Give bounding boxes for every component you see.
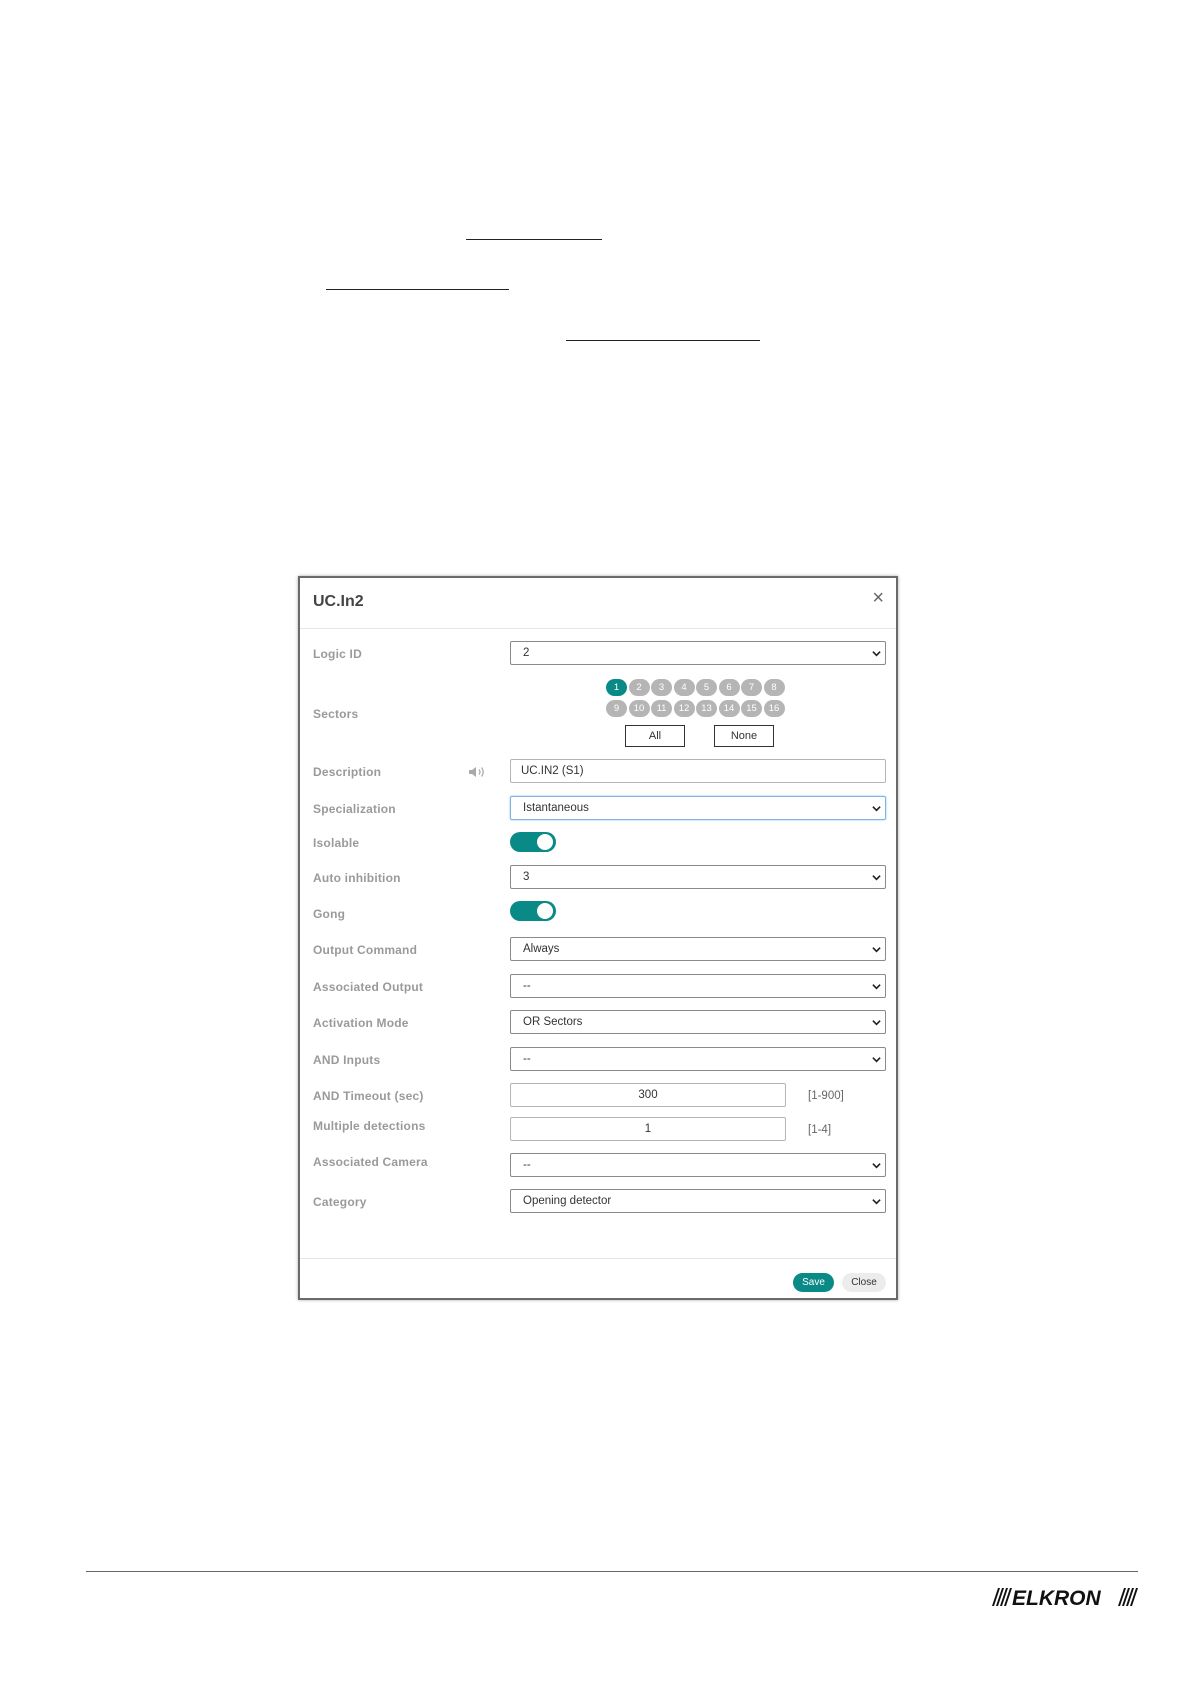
gong-toggle[interactable] [510,901,556,921]
output-command-select[interactable]: Always [510,937,886,961]
sector-toggle-15[interactable]: 15 [741,700,762,717]
associated-output-value: -- [523,980,531,992]
description-row: Description UC.IN2 (S1) [300,759,896,785]
input-settings-dialog: UC.In2 × Logic ID 2 Sectors 1 2 3 4 5 6 7 8 9 10 1… [298,576,898,1300]
specialization-label: Specialization [313,802,396,816]
sector-toggle-10[interactable]: 10 [628,700,650,717]
output-command-value: Always [523,943,560,955]
associated-camera-label: Associated Camera [313,1155,428,1169]
associated-output-row: Associated Output -- [300,974,896,1000]
specialization-value: Istantaneous [523,802,589,814]
select-none-sectors-button[interactable]: None [714,725,774,747]
dialog-header: UC.In2 × [300,578,896,629]
auto-inhibition-select[interactable]: 3 [510,865,886,889]
and-inputs-value: -- [523,1053,531,1065]
auto-inhibition-row: Auto inhibition 3 [300,865,896,891]
chevron-down-icon [872,947,881,953]
category-value: Opening detector [523,1195,612,1207]
and-inputs-row: AND Inputs -- [300,1047,896,1073]
specialization-select[interactable]: Istantaneous [510,796,886,820]
logo-wordmark: ELKRON [1012,1587,1102,1610]
document-underline-3 [566,340,760,341]
chevron-down-icon [872,1199,881,1205]
associated-camera-row: Associated Camera -- [300,1153,896,1179]
and-timeout-range: [1-900] [808,1090,844,1102]
category-row: Category Opening detector [300,1189,896,1215]
auto-inhibition-label: Auto inhibition [313,871,401,885]
sector-toggle-16[interactable]: 16 [763,700,785,717]
specialization-row: Specialization Istantaneous [300,796,896,822]
activation-mode-label: Activation Mode [313,1016,409,1030]
speaker-icon[interactable] [468,765,486,779]
chevron-down-icon [872,1057,881,1063]
close-button[interactable]: Close [842,1273,886,1292]
sectors-row: Sectors [300,701,896,727]
and-timeout-row: AND Timeout (sec) 300 [1-900] [300,1083,896,1109]
page-footer-line [86,1571,1138,1572]
category-label: Category [313,1195,367,1209]
activation-mode-row: Activation Mode OR Sectors [300,1010,896,1036]
isolable-row: Isolable [300,830,896,856]
close-icon[interactable]: × [872,588,884,608]
sector-toggle-8[interactable]: 8 [763,679,785,696]
and-inputs-label: AND Inputs [313,1053,381,1067]
toggle-knob [537,903,553,919]
dialog-footer: Save Close [300,1258,896,1301]
activation-mode-select[interactable]: OR Sectors [510,1010,886,1034]
logic-id-value: 2 [523,647,530,659]
save-button[interactable]: Save [793,1273,834,1292]
multiple-detections-range: [1-4] [808,1124,832,1136]
logic-id-select[interactable]: 2 [510,641,886,665]
sector-toggle-3[interactable]: 3 [651,679,672,696]
auto-inhibition-value: 3 [523,871,530,883]
multiple-detections-input[interactable]: 1 [510,1117,786,1141]
isolable-toggle[interactable] [510,832,556,852]
chevron-down-icon [872,806,881,812]
chevron-down-icon [872,1163,881,1169]
sector-toggle-11[interactable]: 11 [651,700,672,717]
sectors-label: Sectors [313,707,359,721]
sector-toggle-14[interactable]: 14 [718,700,740,717]
chevron-down-icon [872,984,881,990]
isolable-label: Isolable [313,836,360,850]
document-underline-1 [466,239,602,240]
sector-toggle-4[interactable]: 4 [673,679,695,696]
description-label: Description [313,765,382,779]
gong-row: Gong [300,901,896,927]
toggle-knob [537,834,553,850]
chevron-down-icon [872,1020,881,1026]
dialog-title: UC.In2 [313,593,364,610]
sector-toggle-7[interactable]: 7 [741,679,762,696]
document-underline-2 [326,289,509,290]
activation-mode-value: OR Sectors [523,1016,583,1028]
associated-camera-select[interactable]: -- [510,1153,886,1177]
chevron-down-icon [872,651,881,657]
and-timeout-input[interactable]: 300 [510,1083,786,1107]
associated-camera-value: -- [523,1159,531,1171]
multiple-detections-row: Multiple detections 1 [1-4] [300,1117,896,1143]
output-command-row: Output Command Always [300,937,896,963]
associated-output-select[interactable]: -- [510,974,886,998]
sector-toggle-13[interactable]: 13 [696,700,717,717]
description-input[interactable]: UC.IN2 (S1) [510,759,886,783]
category-select[interactable]: Opening detector [510,1189,886,1213]
multiple-detections-label: Multiple detections [313,1119,426,1133]
and-timeout-label: AND Timeout (sec) [313,1089,424,1103]
logic-id-row: Logic ID 2 [300,641,896,667]
chevron-down-icon [872,875,881,881]
sector-toggle-9[interactable]: 9 [606,700,627,717]
gong-label: Gong [313,907,346,921]
sector-toggle-1[interactable]: 1 [606,679,627,696]
select-all-sectors-button[interactable]: All [625,725,685,747]
sector-toggle-6[interactable]: 6 [718,679,740,696]
elkron-logo: ELKRON [992,1587,1138,1610]
sector-toggle-5[interactable]: 5 [696,679,717,696]
sector-toggle-2[interactable]: 2 [628,679,650,696]
output-command-label: Output Command [313,943,418,957]
logic-id-label: Logic ID [313,647,362,661]
sector-toggle-12[interactable]: 12 [673,700,695,717]
and-inputs-select[interactable]: -- [510,1047,886,1071]
associated-output-label: Associated Output [313,980,424,994]
